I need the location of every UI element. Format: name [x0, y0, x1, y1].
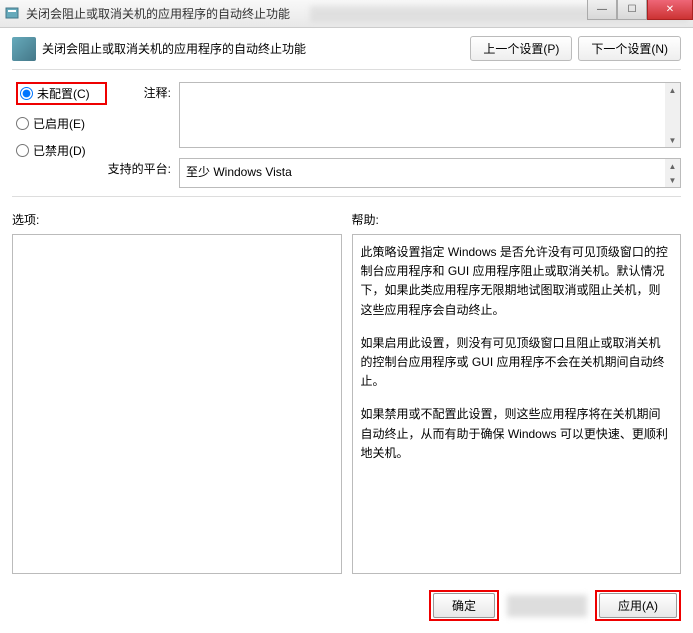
footer: 确定 应用(A): [0, 582, 693, 629]
minimize-button[interactable]: —: [587, 0, 617, 20]
comment-textarea[interactable]: [179, 82, 665, 148]
window-title: 关闭会阻止或取消关机的应用程序的自动终止功能: [26, 5, 290, 22]
platform-scroll-up-icon[interactable]: ▲: [665, 159, 680, 173]
prev-setting-button[interactable]: 上一个设置(P): [470, 36, 572, 61]
divider-2: [12, 196, 681, 197]
divider: [12, 69, 681, 70]
radio-not-configured-label: 未配置(C): [37, 85, 90, 102]
titlebar: 关闭会阻止或取消关机的应用程序的自动终止功能 — ☐ ✕: [0, 0, 693, 28]
help-paragraph-3: 如果禁用或不配置此设置，则这些应用程序将在关机期间自动终止，从而有助于确保 Wi…: [361, 405, 673, 463]
header-left: 关闭会阻止或取消关机的应用程序的自动终止功能: [12, 37, 306, 61]
options-column: 选项:: [12, 211, 342, 574]
radio-column: 未配置(C) 已启用(E) 已禁用(D): [12, 82, 107, 188]
ok-button[interactable]: 确定: [433, 593, 495, 618]
policy-icon: [12, 37, 36, 61]
comment-row: 注释: ▲ ▼: [107, 82, 681, 148]
radio-enabled[interactable]: 已启用(E): [16, 115, 107, 132]
platform-scroll-down-icon[interactable]: ▼: [665, 173, 680, 187]
comment-scroll-up-icon[interactable]: ▲: [665, 83, 680, 97]
platform-spinner: ▲ ▼: [665, 158, 681, 188]
help-box[interactable]: 此策略设置指定 Windows 是否允许没有可见顶级窗口的控制台应用程序和 GU…: [352, 234, 682, 574]
help-label: 帮助:: [352, 211, 682, 228]
platform-row: 支持的平台: 至少 Windows Vista ▲ ▼: [107, 158, 681, 188]
radio-disabled-input[interactable]: [16, 144, 29, 157]
radio-group: 未配置(C) 已启用(E) 已禁用(D): [12, 82, 107, 159]
comment-label: 注释:: [107, 82, 171, 101]
content-area: 关闭会阻止或取消关机的应用程序的自动终止功能 上一个设置(P) 下一个设置(N)…: [0, 28, 693, 582]
app-icon: [4, 6, 20, 22]
highlight-box: 未配置(C): [16, 82, 107, 105]
lower-panels: 选项: 帮助: 此策略设置指定 Windows 是否允许没有可见顶级窗口的控制台…: [12, 211, 681, 574]
comment-scroll-down-icon[interactable]: ▼: [665, 133, 680, 147]
policy-title: 关闭会阻止或取消关机的应用程序的自动终止功能: [42, 40, 306, 57]
header-row: 关闭会阻止或取消关机的应用程序的自动终止功能 上一个设置(P) 下一个设置(N): [12, 36, 681, 61]
help-paragraph-1: 此策略设置指定 Windows 是否允许没有可见顶级窗口的控制台应用程序和 GU…: [361, 243, 673, 320]
help-column: 帮助: 此策略设置指定 Windows 是否允许没有可见顶级窗口的控制台应用程序…: [352, 211, 682, 574]
radio-disabled-label: 已禁用(D): [33, 142, 86, 159]
nav-buttons: 上一个设置(P) 下一个设置(N): [470, 36, 681, 61]
window-controls: — ☐ ✕: [587, 0, 693, 20]
radio-enabled-label: 已启用(E): [33, 115, 85, 132]
radio-not-configured[interactable]: 未配置(C): [20, 85, 103, 102]
comment-spinner: ▲ ▼: [665, 82, 681, 148]
apply-highlight: 应用(A): [595, 590, 681, 621]
config-row: 未配置(C) 已启用(E) 已禁用(D) 注释: ▲: [12, 82, 681, 188]
close-button[interactable]: ✕: [647, 0, 693, 20]
next-setting-button[interactable]: 下一个设置(N): [578, 36, 681, 61]
help-paragraph-2: 如果启用此设置，则没有可见顶级窗口且阻止或取消关机的控制台应用程序或 GUI 应…: [361, 334, 673, 392]
radio-disabled[interactable]: 已禁用(D): [16, 142, 107, 159]
maximize-button[interactable]: ☐: [617, 0, 647, 20]
apply-button[interactable]: 应用(A): [599, 593, 677, 618]
platform-label: 支持的平台:: [107, 158, 171, 177]
radio-not-configured-input[interactable]: [20, 87, 33, 100]
fields-column: 注释: ▲ ▼ 支持的平台: 至少 Windows Vista ▲ ▼: [107, 82, 681, 188]
cancel-blur: [507, 595, 587, 617]
options-box: [12, 234, 342, 574]
options-label: 选项:: [12, 211, 342, 228]
radio-enabled-input[interactable]: [16, 117, 29, 130]
platform-value: 至少 Windows Vista: [179, 158, 665, 188]
ok-highlight: 确定: [429, 590, 499, 621]
